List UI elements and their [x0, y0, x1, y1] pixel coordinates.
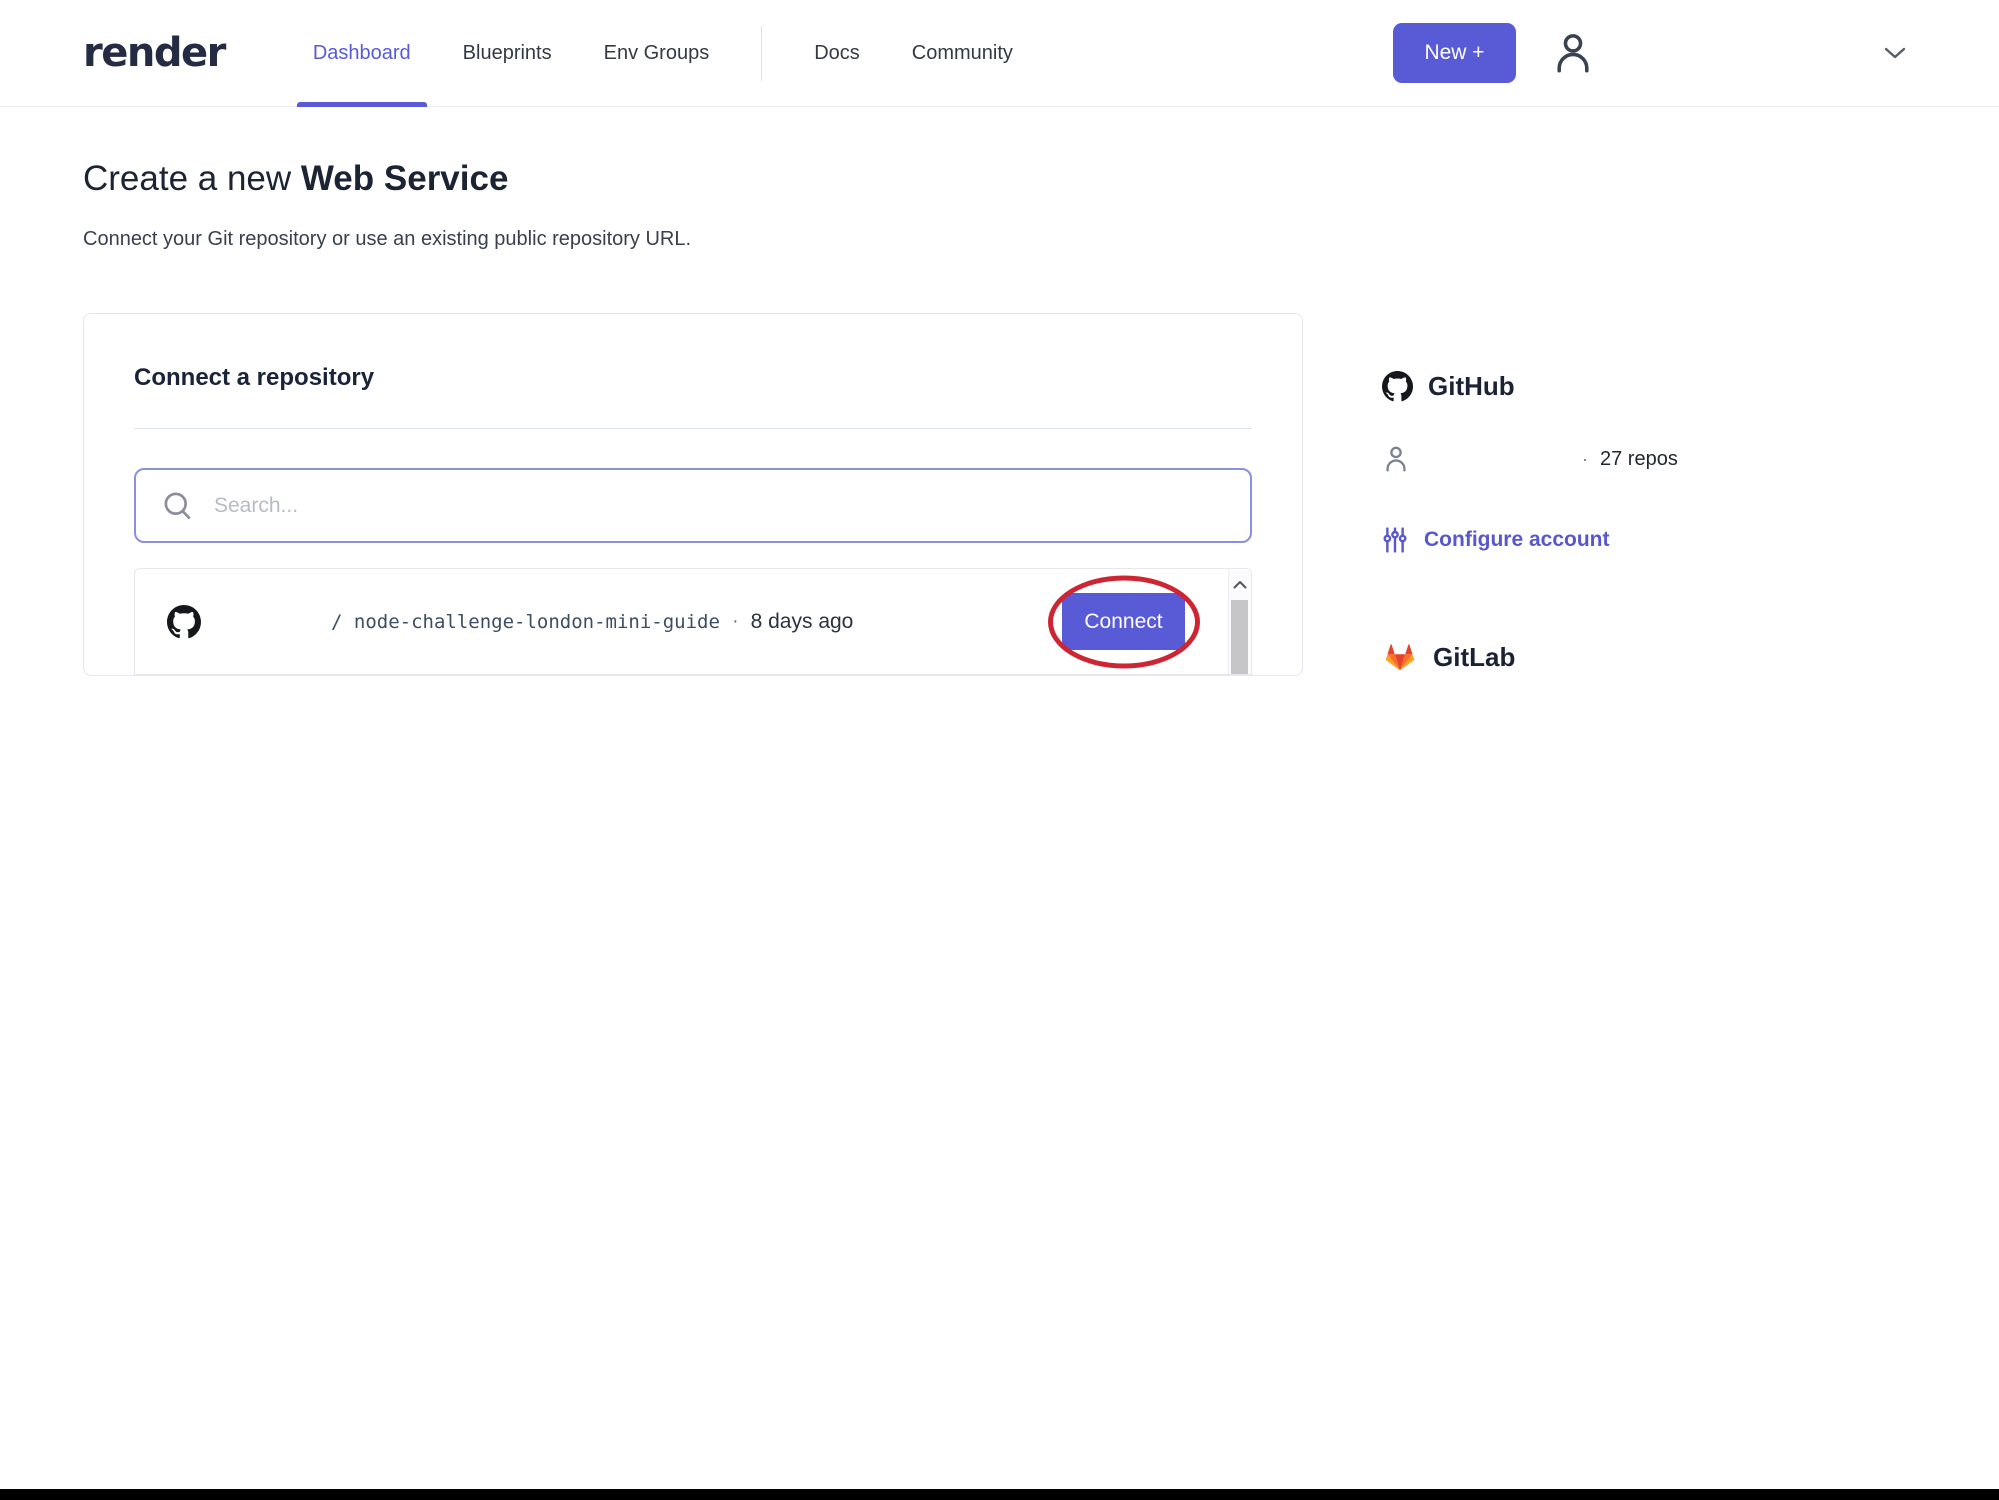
- primary-nav: Dashboard Blueprints Env Groups Docs Com…: [296, 0, 1013, 107]
- github-icon: [167, 604, 201, 639]
- user-icon: [1552, 30, 1594, 76]
- repo-path: / node-challenge-london-mini-guide: [331, 610, 720, 633]
- page-title-emphasis: Web Service: [300, 159, 509, 198]
- nav-item-community[interactable]: Community: [912, 0, 1013, 106]
- sliders-icon: [1382, 526, 1408, 554]
- nav-item-label: Community: [911, 41, 1013, 64]
- render-create-web-service-page: render Dashboard Blueprints Env Groups D…: [0, 0, 1999, 1500]
- card-divider: [134, 428, 1252, 429]
- render-logo[interactable]: render: [83, 30, 226, 76]
- new-button[interactable]: New +: [1393, 23, 1516, 83]
- account-dropdown-toggle[interactable]: [1882, 45, 1908, 61]
- nav-item-docs[interactable]: Docs: [814, 0, 860, 106]
- nav-divider: [761, 25, 763, 81]
- repo-list: / node-challenge-london-mini-guide · 8 d…: [134, 568, 1252, 675]
- github-account-name-redacted: [1424, 449, 1582, 469]
- repo-search-box: [134, 468, 1252, 543]
- search-input[interactable]: [214, 493, 1226, 518]
- gitlab-section-header: GitLab: [1382, 640, 1942, 674]
- repo-separator: ·: [731, 610, 739, 632]
- account-separator: ·: [1582, 448, 1588, 469]
- nav-item-label: Dashboard: [312, 41, 411, 64]
- top-navbar: render Dashboard Blueprints Env Groups D…: [0, 0, 1999, 107]
- new-button-label: New +: [1424, 41, 1485, 64]
- main-content: Create a new Web Service Connect your Gi…: [0, 159, 1999, 676]
- card-heading: Connect a repository: [134, 364, 375, 391]
- page-title-prefix: Create a new: [83, 159, 301, 198]
- connect-button-wrap: Connect: [1047, 575, 1200, 668]
- nav-item-blueprints[interactable]: Blueprints: [463, 0, 552, 106]
- repo-list-scrollbar[interactable]: [1228, 570, 1250, 674]
- repo-updated-time: 8 days ago: [750, 609, 854, 633]
- chevron-up-icon[interactable]: [1229, 570, 1250, 598]
- nav-item-dashboard[interactable]: Dashboard: [296, 0, 427, 107]
- repo-count: 27 repos: [1600, 447, 1678, 470]
- connect-repository-card: Connect a repository Search... / node-ch…: [83, 313, 1303, 676]
- configure-account-label: Configure account: [1424, 528, 1610, 551]
- content-columns: Connect a repository Search... / node-ch…: [83, 313, 1999, 676]
- github-section-header: GitHub: [1382, 371, 1942, 402]
- connect-button[interactable]: Connect: [1062, 593, 1185, 650]
- nav-item-label: Docs: [814, 41, 860, 64]
- github-icon: [1382, 371, 1413, 402]
- chevron-down-icon: [1882, 45, 1908, 61]
- nav-item-label: Env Groups: [603, 41, 710, 64]
- page-title: Create a new Web Service: [83, 159, 1999, 199]
- gitlab-icon: [1382, 640, 1418, 674]
- repo-owner-redacted: [201, 612, 331, 632]
- active-tab-indicator: [296, 102, 427, 107]
- page-subtitle: Connect your Git repository or use an ex…: [83, 228, 692, 250]
- nav-item-label: Blueprints: [462, 41, 552, 64]
- scrollbar-thumb[interactable]: [1231, 600, 1248, 674]
- github-account-row: · 27 repos: [1382, 444, 1942, 474]
- repo-row: / node-challenge-london-mini-guide · 8 d…: [135, 569, 1251, 674]
- github-title: GitHub: [1428, 371, 1515, 401]
- user-icon: [1382, 444, 1410, 474]
- bottom-black-bar: [0, 1489, 1999, 1500]
- search-icon: [160, 488, 196, 524]
- connect-button-label: Connect: [1084, 609, 1163, 633]
- git-providers-sidebar: GitHub · 27 repos Configure account GitL…: [1382, 313, 1942, 674]
- gitlab-title: GitLab: [1433, 641, 1516, 672]
- nav-item-env-groups[interactable]: Env Groups: [604, 0, 710, 106]
- user-menu-button[interactable]: [1552, 30, 1594, 76]
- configure-account-link[interactable]: Configure account: [1382, 526, 1942, 554]
